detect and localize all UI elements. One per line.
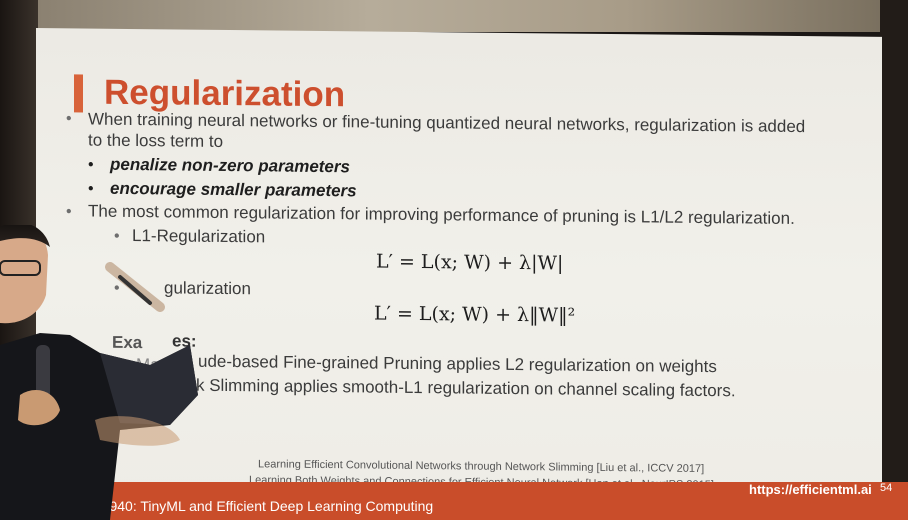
title-accent-bar	[74, 74, 83, 113]
reference-1: Learning Efficient Convolutional Network…	[258, 458, 705, 475]
example-2-text: k Slimming applies smooth-L1 regularizat…	[196, 375, 736, 401]
ceiling-strip	[30, 0, 880, 32]
sub-bullet-penalize: penalize non-zero parameters	[110, 154, 350, 177]
slide-title: Regularization	[104, 72, 346, 115]
sub-bullet-dot: •	[88, 180, 94, 198]
course-url: https://efficientml.ai	[749, 482, 872, 497]
speaker-figure	[0, 225, 198, 520]
raised-hand	[105, 262, 165, 312]
example-1-text: ude-based Fine-grained Pruning applies L…	[198, 351, 717, 377]
dark-right-wall	[880, 0, 908, 520]
bullet-1-continuation: to the loss term to	[88, 130, 224, 151]
sub-bullet-dot: •	[88, 156, 94, 174]
bullet-dot: •	[66, 110, 72, 128]
lecture-photo: Regularization • When training neural ne…	[0, 0, 908, 520]
bullet-dot: •	[66, 203, 72, 221]
l1-equation: L′ = L(x; W) + λ|W|	[376, 250, 564, 275]
sub-bullet-encourage: encourage smaller parameters	[110, 178, 357, 201]
l2-equation: L′ = L(x; W) + λ‖W‖²	[374, 302, 576, 327]
page-number: 54	[880, 482, 893, 494]
